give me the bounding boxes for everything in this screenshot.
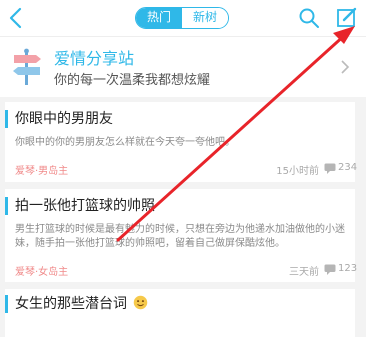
banner-title: 爱情分享站 [54,49,135,68]
tab-switcher: 热门 新树 [135,7,229,29]
comment-icon [324,163,336,174]
accent-bar [5,197,8,215]
comment-count: 234 [338,162,358,173]
back-icon[interactable] [6,6,26,30]
compose-icon[interactable] [335,6,359,30]
post-title: 你眼中的男朋友 [15,111,113,127]
signpost-icon [13,48,41,85]
post-card[interactable]: 拍一张他打篮球的帅照 男生打篮球的时候是最有魅力的时候，只想在旁边为他递水加油做… [5,189,358,282]
post-title: 女生的那些潜台词 [15,296,127,312]
search-icon[interactable] [298,7,320,29]
post-card[interactable]: 女生的那些潜台词 [5,289,355,337]
post-body: 你眼中的你的男朋友怎么样就在今天夸一夸他吧。 [15,137,235,148]
chevron-right-icon [341,60,350,74]
post-time: 15小时前 [276,166,319,177]
post-body: 男生打篮球的时候是最有魅力的时候，只想在旁边为他递水加油做他的小迷妹，随手拍一张… [15,224,345,249]
smiley-emoji-icon [134,295,148,310]
comment-icon [324,264,336,275]
tab-new[interactable]: 新树 [182,8,228,28]
post-tag[interactable]: 爱琴·女岛主 [15,263,68,278]
post-tag[interactable]: 爱琴·男岛主 [15,162,68,177]
forum-banner[interactable]: 爱情分享站 你的每一次温柔我都想炫耀 [0,36,366,97]
accent-bar [5,110,8,128]
post-title: 拍一张他打篮球的帅照 [15,198,155,214]
tab-hot[interactable]: 热门 [136,8,182,28]
top-bar: 热门 新树 [0,0,366,36]
post-time: 三天前 [289,267,319,278]
accent-bar [5,295,8,313]
comment-count: 123 [338,263,358,274]
post-card[interactable]: 你眼中的男朋友 你眼中的你的男朋友怎么样就在今天夸一夸他吧。 爱琴·男岛主 15… [5,102,358,182]
post-title-row: 女生的那些潜台词 [15,293,148,313]
banner-subtitle: 你的每一次温柔我都想炫耀 [54,73,211,88]
